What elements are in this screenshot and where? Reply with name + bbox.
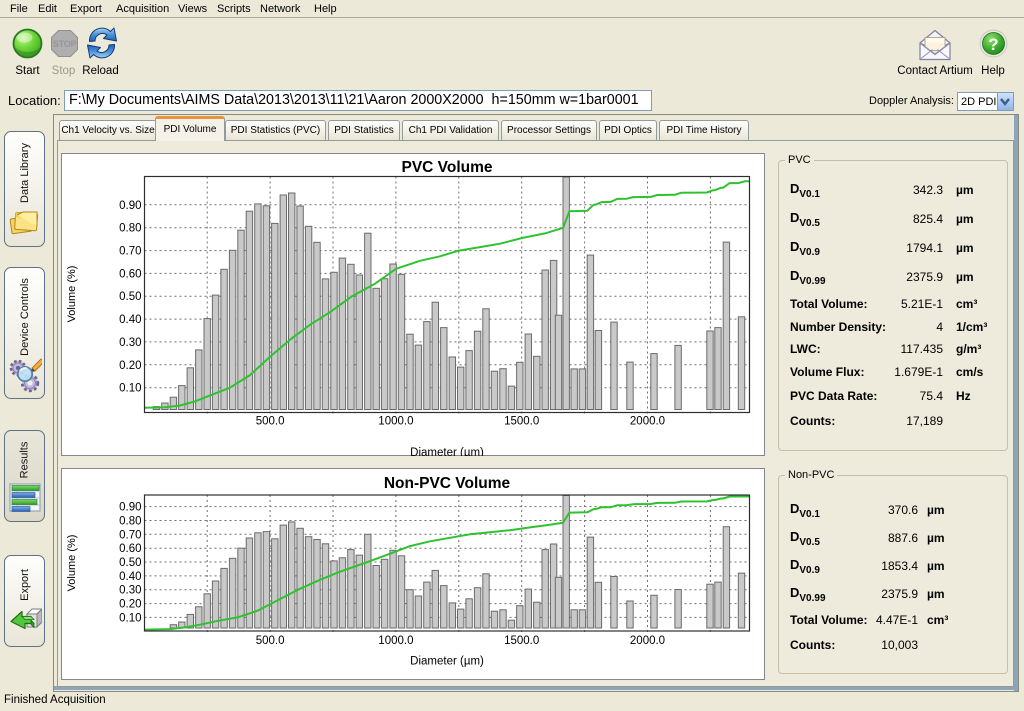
svg-text:0.40: 0.40 bbox=[119, 571, 141, 583]
svg-text:0.80: 0.80 bbox=[119, 516, 141, 528]
svg-text:0.60: 0.60 bbox=[119, 543, 141, 555]
svg-text:STOP: STOP bbox=[53, 39, 78, 50]
svg-text:Diameter (µm): Diameter (µm) bbox=[410, 656, 484, 668]
svg-text:Diameter (µm): Diameter (µm) bbox=[410, 447, 484, 456]
svg-text:2000.0: 2000.0 bbox=[630, 416, 665, 428]
svg-text:0.70: 0.70 bbox=[119, 246, 141, 258]
svg-text:0.90: 0.90 bbox=[119, 502, 141, 514]
svg-text:Volume (%): Volume (%) bbox=[66, 535, 78, 592]
svg-text:1000.0: 1000.0 bbox=[378, 635, 413, 647]
svg-text:500.0: 500.0 bbox=[256, 416, 285, 428]
svg-text:0.50: 0.50 bbox=[119, 557, 141, 569]
svg-text:0.20: 0.20 bbox=[119, 360, 141, 372]
svg-text:0.90: 0.90 bbox=[119, 200, 141, 212]
svg-text:0.30: 0.30 bbox=[119, 585, 141, 597]
svg-text:PVC Volume: PVC Volume bbox=[401, 159, 492, 176]
svg-text:500.0: 500.0 bbox=[256, 635, 285, 647]
svg-text:0.30: 0.30 bbox=[119, 337, 141, 349]
svg-text:0.80: 0.80 bbox=[119, 223, 141, 235]
svg-text:0.10: 0.10 bbox=[119, 612, 141, 624]
svg-text:1500.0: 1500.0 bbox=[504, 635, 539, 647]
svg-text:Non-PVC Volume: Non-PVC Volume bbox=[384, 475, 511, 492]
svg-text:?: ? bbox=[988, 35, 998, 54]
svg-text:0.20: 0.20 bbox=[119, 599, 141, 611]
svg-text:2000.0: 2000.0 bbox=[630, 635, 665, 647]
svg-text:Volume (%): Volume (%) bbox=[66, 266, 78, 323]
svg-text:1000.0: 1000.0 bbox=[378, 416, 413, 428]
svg-text:0.70: 0.70 bbox=[119, 529, 141, 541]
svg-text:0.40: 0.40 bbox=[119, 314, 141, 326]
svg-text:0.60: 0.60 bbox=[119, 268, 141, 280]
svg-text:1500.0: 1500.0 bbox=[504, 416, 539, 428]
svg-text:0.10: 0.10 bbox=[119, 383, 141, 395]
svg-text:0.50: 0.50 bbox=[119, 291, 141, 303]
